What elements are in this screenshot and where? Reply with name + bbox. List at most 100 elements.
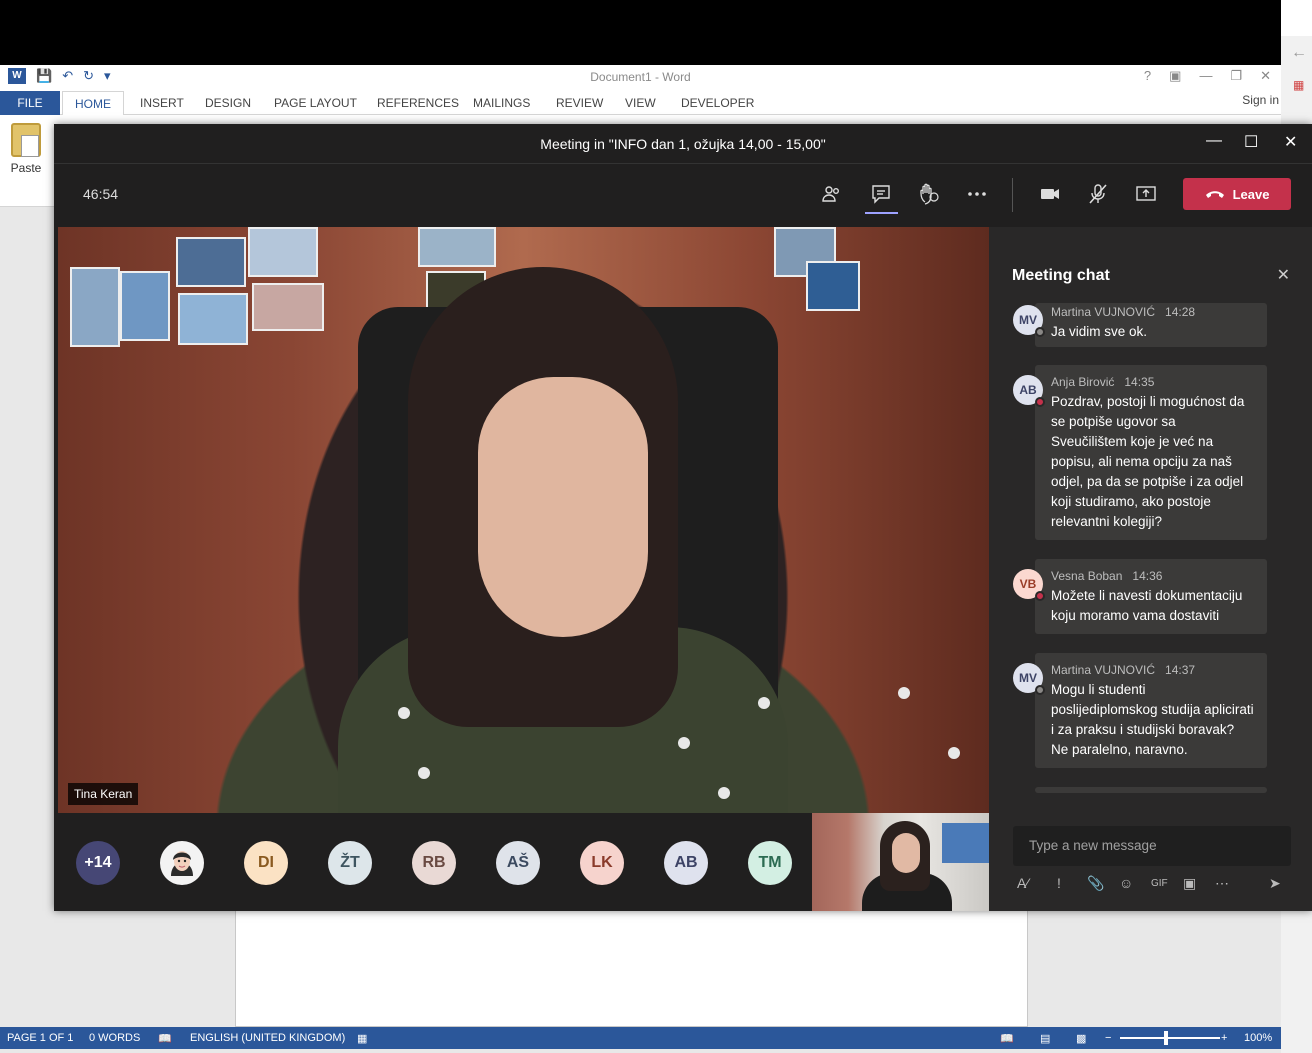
word-count[interactable]: 0 WORDS [89,1032,140,1044]
chat-title: Meeting chat [1012,267,1110,284]
participant-avatar[interactable]: LK [580,841,624,885]
paste-button[interactable]: Paste [8,123,44,175]
message-text: Pozdrav, postoji li mogućnost da se potp… [1051,394,1245,529]
tab-developer[interactable]: DEVELOPER [681,96,754,110]
apps-grid-icon[interactable]: ▦ [1293,78,1304,92]
send-icon[interactable]: ➤ [1269,875,1281,892]
proofing-icon[interactable]: 📖 [158,1032,172,1045]
message-time: 14:37 [1165,663,1196,677]
presence-badge [1035,397,1045,407]
print-layout-icon[interactable]: ▤ [1040,1032,1050,1045]
tab-file[interactable]: FILE [0,91,60,115]
language-indicator[interactable]: ENGLISH (UNITED KINGDOM) [190,1032,345,1044]
tab-design[interactable]: DESIGN [205,96,251,110]
back-arrow-icon[interactable]: ← [1291,44,1307,62]
minimize-icon[interactable]: — [1206,132,1222,150]
clipboard-icon [11,123,41,157]
background-shelf [942,823,992,863]
important-icon[interactable]: ! [1057,875,1061,891]
participant-avatar[interactable]: RB [412,841,456,885]
participant-avatar[interactable]: AŠ [496,841,540,885]
web-layout-icon[interactable]: ▩ [1076,1032,1086,1045]
person-face [478,377,648,637]
word-window-controls: ? ▣ — ❐ ✕ [1144,68,1271,84]
participant-avatar[interactable]: ŽT [328,841,372,885]
tab-home[interactable]: HOME [62,91,124,116]
more-options-icon[interactable] [965,182,989,206]
chat-author-avatar: VB [1013,569,1045,601]
tab-page-layout[interactable]: PAGE LAYOUT [274,96,357,110]
meeting-timer: 46:54 [83,186,119,202]
message-author: Anja Birović [1051,375,1115,389]
tab-view[interactable]: VIEW [625,96,656,110]
more-icon[interactable]: ⋯ [1215,875,1229,892]
close-icon[interactable]: ✕ [1260,68,1271,84]
wall-postcard [70,267,120,347]
participant-avatar-photo[interactable] [160,841,204,885]
hang-up-icon [1205,191,1224,198]
tab-mailings[interactable]: MAILINGS [473,96,530,110]
chat-author-avatar: MV [1013,305,1045,337]
attach-icon[interactable]: 📎 [1087,875,1104,892]
wall-postcard [418,227,496,267]
chat-message[interactable]: Vesna Boban 14:36 Možete li navesti dokum… [1035,559,1267,634]
zoom-slider[interactable] [1120,1037,1220,1039]
chat-author-avatar: MV [1013,663,1045,695]
wall-postcard [178,293,248,345]
zoom-level[interactable]: 100% [1244,1032,1272,1044]
read-mode-icon[interactable]: 📖 [1000,1032,1014,1045]
sticker-icon[interactable]: ▣ [1183,875,1196,892]
message-text: Mogu li studenti poslijediplomskog studi… [1051,682,1254,757]
gif-icon[interactable]: GIF [1151,878,1168,889]
compose-placeholder: Type a new message [1029,838,1157,853]
shirt-dot [418,767,430,779]
shirt-dot [898,687,910,699]
tab-review[interactable]: REVIEW [556,96,603,110]
zoom-slider-thumb[interactable] [1164,1031,1168,1045]
message-time: 14:36 [1132,569,1163,583]
chat-message-partial [1035,787,1267,793]
maximize-icon[interactable]: ☐ [1244,132,1258,152]
presence-badge [1035,327,1045,337]
close-chat-icon[interactable]: ✕ [1277,265,1290,285]
wall-postcard [176,237,246,287]
chat-message[interactable]: Anja Birović 14:35 Pozdrav, postoji li mo… [1035,365,1267,540]
shirt-dot [948,747,960,759]
raise-hand-icon[interactable] [917,182,941,206]
help-icon[interactable]: ? [1144,68,1151,84]
close-icon[interactable]: ✕ [1284,132,1297,152]
share-screen-icon[interactable] [1134,182,1158,206]
message-compose-box[interactable]: Type a new message [1013,826,1291,866]
message-author: Martina VUJNOVIĆ [1051,663,1156,677]
main-video-feed[interactable]: Tina Keran [58,227,989,813]
chat-icon[interactable] [869,182,893,206]
chat-author-avatar: AB [1013,375,1045,407]
minimize-icon[interactable]: — [1199,68,1212,84]
page-count[interactable]: PAGE 1 OF 1 [7,1032,73,1044]
participants-icon[interactable] [820,182,844,206]
emoji-icon[interactable]: ☺ [1119,875,1133,891]
message-text: Možete li navesti dokumentaciju koju mor… [1051,588,1243,623]
macro-icon[interactable]: ▦ [357,1032,367,1045]
participant-avatar[interactable]: TM [748,841,792,885]
word-titlebar: W 💾 ↶ ↻ ▾ Document1 - Word ? ▣ — ❐ ✕ [0,65,1281,89]
more-participants-avatar[interactable]: +14 [76,841,120,885]
leave-button[interactable]: Leave [1183,178,1291,210]
zoom-out-icon[interactable]: − [1105,1032,1111,1044]
self-video-preview[interactable] [812,813,992,911]
microphone-muted-icon[interactable] [1086,182,1110,206]
chat-message[interactable]: Martina VUJNOVIĆ 14:37 Mogu li studenti p… [1035,653,1267,768]
zoom-in-icon[interactable]: + [1221,1032,1227,1044]
tab-insert[interactable]: INSERT [140,96,184,110]
restore-icon[interactable]: ❐ [1230,68,1242,84]
chat-message[interactable]: Martina VUJNOVIĆ 14:28 Ja vidim sve ok. [1035,303,1267,347]
ribbon-display-icon[interactable]: ▣ [1169,68,1181,84]
tab-references[interactable]: REFERENCES [377,96,459,110]
camera-icon[interactable] [1038,182,1062,206]
participant-avatar[interactable]: DI [244,841,288,885]
participant-avatar[interactable]: AB [664,841,708,885]
sign-in-link[interactable]: Sign in [1242,93,1279,107]
message-time: 14:28 [1165,305,1196,319]
format-icon[interactable]: A⁄ [1017,875,1029,891]
meeting-title: Meeting in "INFO dan 1, ožujka 14,00 - 1… [540,136,826,152]
